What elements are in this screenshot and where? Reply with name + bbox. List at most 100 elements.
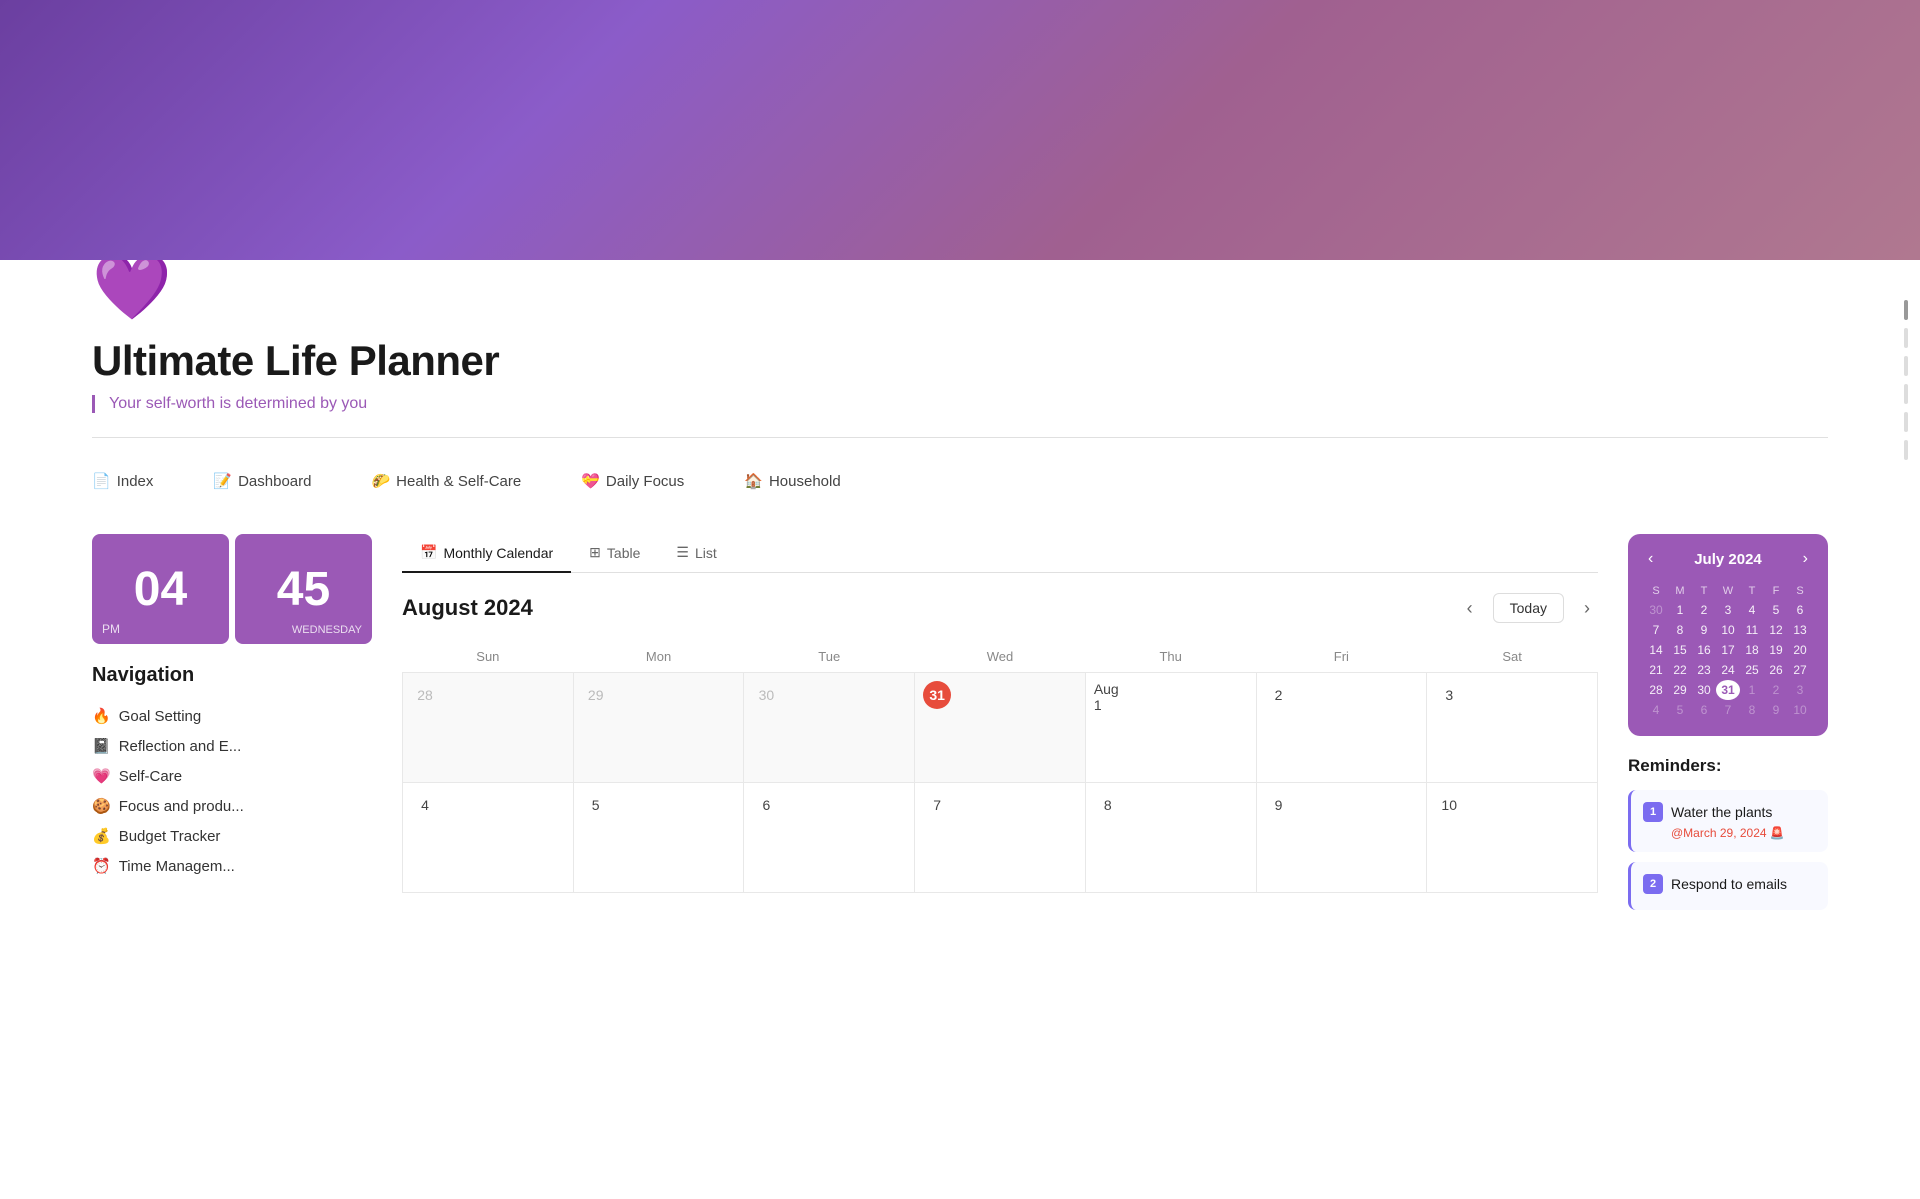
table-row[interactable]: 9 — [1256, 783, 1427, 893]
list-item[interactable]: 10 — [1716, 620, 1740, 640]
clock-hour-box: 04 PM — [92, 534, 229, 644]
list-item[interactable]: 6 — [1692, 700, 1716, 720]
reminder-header-1: 1 Water the plants — [1643, 802, 1816, 822]
list-item[interactable]: 7 — [1644, 620, 1668, 640]
list-item[interactable]: 5 — [1764, 600, 1788, 620]
time-label: Time Managem... — [119, 858, 235, 875]
list-item[interactable]: 12 — [1764, 620, 1788, 640]
scrollbar-line — [1904, 356, 1908, 376]
day-31-today: 31 — [923, 681, 951, 709]
list-item[interactable]: 4 — [1740, 600, 1764, 620]
nav-item-household[interactable]: 🏠 Household — [744, 472, 840, 490]
table-row[interactable]: 5 — [573, 783, 744, 893]
list-item[interactable]: 18 — [1740, 640, 1764, 660]
table-row[interactable]: 28 — [403, 673, 574, 783]
col-mon: Mon — [573, 641, 744, 673]
list-item[interactable]: 6 — [1788, 600, 1812, 620]
nav-item-index[interactable]: 📄 Index — [92, 472, 153, 490]
list-item[interactable]: 5 — [1668, 700, 1692, 720]
list-item[interactable]: 20 — [1788, 640, 1812, 660]
list-item[interactable]: 26 — [1764, 660, 1788, 680]
tab-list[interactable]: ☰ List — [658, 534, 734, 573]
list-item[interactable]: 4 — [1644, 700, 1668, 720]
today-button[interactable]: Today — [1493, 593, 1564, 623]
table-row[interactable]: 8 — [1085, 783, 1256, 893]
list-item[interactable]: 2 — [1692, 600, 1716, 620]
calendar-area: 📅 Monthly Calendar ⊞ Table ☰ List August… — [402, 534, 1598, 893]
list-item[interactable]: 3 — [1788, 680, 1812, 700]
table-row[interactable]: 4 — [403, 783, 574, 893]
nav-link-focus[interactable]: 🍪 Focus and produ... — [92, 791, 372, 821]
table-row[interactable]: 10 — [1427, 783, 1598, 893]
list-item[interactable]: 28 — [1644, 680, 1668, 700]
list-item[interactable]: 14 — [1644, 640, 1668, 660]
nav-link-goal-setting[interactable]: 🔥 Goal Setting — [92, 701, 372, 731]
table-row[interactable]: 7 — [915, 783, 1086, 893]
list-item[interactable]: 27 — [1788, 660, 1812, 680]
main-layout: 04 PM 45 WEDNESDAY Navigation 🔥 Goal Set… — [92, 534, 1828, 920]
list-item[interactable]: 21 — [1644, 660, 1668, 680]
col-thu: Thu — [1085, 641, 1256, 673]
tab-monthly-calendar[interactable]: 📅 Monthly Calendar — [402, 534, 571, 573]
table-row[interactable]: 3 — [1427, 673, 1598, 783]
list-item[interactable]: 15 — [1668, 640, 1692, 660]
table-row[interactable]: 2 — [1256, 673, 1427, 783]
nav-link-budget[interactable]: 💰 Budget Tracker — [92, 821, 372, 851]
mini-col-w: W — [1716, 582, 1740, 600]
mini-calendar-prev-button[interactable]: ‹ — [1644, 550, 1657, 568]
calendar-next-button[interactable]: › — [1576, 594, 1598, 623]
nav-link-reflection[interactable]: 📓 Reflection and E... — [92, 731, 372, 761]
mini-col-m: M — [1668, 582, 1692, 600]
table-row[interactable]: 31 — [915, 673, 1086, 783]
budget-icon: 💰 — [92, 827, 111, 845]
list-item-selected[interactable]: 31 — [1716, 680, 1740, 700]
calendar-prev-button[interactable]: ‹ — [1459, 594, 1481, 623]
table-row[interactable]: 29 — [573, 673, 744, 783]
table-row[interactable]: 6 — [744, 783, 915, 893]
list-item[interactable]: 10 — [1788, 700, 1812, 720]
list-item[interactable]: 29 — [1668, 680, 1692, 700]
scrollbar-line — [1904, 300, 1908, 320]
nav-link-self-care[interactable]: 💗 Self-Care — [92, 761, 372, 791]
list-item[interactable]: 8 — [1668, 620, 1692, 640]
clock-widget: 04 PM 45 WEDNESDAY — [92, 534, 372, 644]
navigation-section-title: Navigation — [92, 664, 372, 687]
list-item[interactable]: 13 — [1788, 620, 1812, 640]
list-item[interactable]: 7 — [1716, 700, 1740, 720]
list-item[interactable]: 23 — [1692, 660, 1716, 680]
list-item[interactable]: 25 — [1740, 660, 1764, 680]
list-item[interactable]: 30 — [1644, 600, 1668, 620]
table-row[interactable]: Aug 1 — [1085, 673, 1256, 783]
list-item[interactable]: 9 — [1692, 620, 1716, 640]
mini-col-t1: T — [1692, 582, 1716, 600]
list-item[interactable]: 1 — [1740, 680, 1764, 700]
nav-item-daily-focus[interactable]: 💝 Daily Focus — [581, 472, 684, 490]
list-item[interactable]: 8 — [1740, 700, 1764, 720]
list-item[interactable]: 30 — [1692, 680, 1716, 700]
list-item[interactable]: 11 — [1740, 620, 1764, 640]
nav-item-index-label: Index — [117, 473, 154, 490]
nav-item-dashboard[interactable]: 📝 Dashboard — [213, 472, 311, 490]
tab-table[interactable]: ⊞ Table — [571, 534, 658, 573]
day-30: 30 — [752, 681, 780, 709]
list-item[interactable]: 16 — [1692, 640, 1716, 660]
table-row[interactable]: 30 — [744, 673, 915, 783]
list-item[interactable]: 9 — [1764, 700, 1788, 720]
list-item[interactable]: 3 — [1716, 600, 1740, 620]
nav-item-health[interactable]: 🌮 Health & Self-Care — [371, 472, 521, 490]
list-item[interactable]: 24 — [1716, 660, 1740, 680]
nav-link-time[interactable]: ⏰ Time Managem... — [92, 851, 372, 881]
list-item[interactable]: 19 — [1764, 640, 1788, 660]
scrollbar-line — [1904, 440, 1908, 460]
list-item[interactable]: 22 — [1668, 660, 1692, 680]
scrollbar-track — [1904, 300, 1908, 460]
mini-calendar-title: July 2024 — [1694, 551, 1762, 568]
day-aug1: Aug 1 — [1094, 683, 1122, 711]
list-item[interactable]: 2 — [1764, 680, 1788, 700]
mini-calendar-next-button[interactable]: › — [1799, 550, 1812, 568]
list-item[interactable]: 17 — [1716, 640, 1740, 660]
table-icon: ⊞ — [589, 544, 601, 561]
list-item[interactable]: 1 — [1668, 600, 1692, 620]
monthly-calendar-icon: 📅 — [420, 544, 437, 561]
clock-day: WEDNESDAY — [292, 624, 362, 636]
